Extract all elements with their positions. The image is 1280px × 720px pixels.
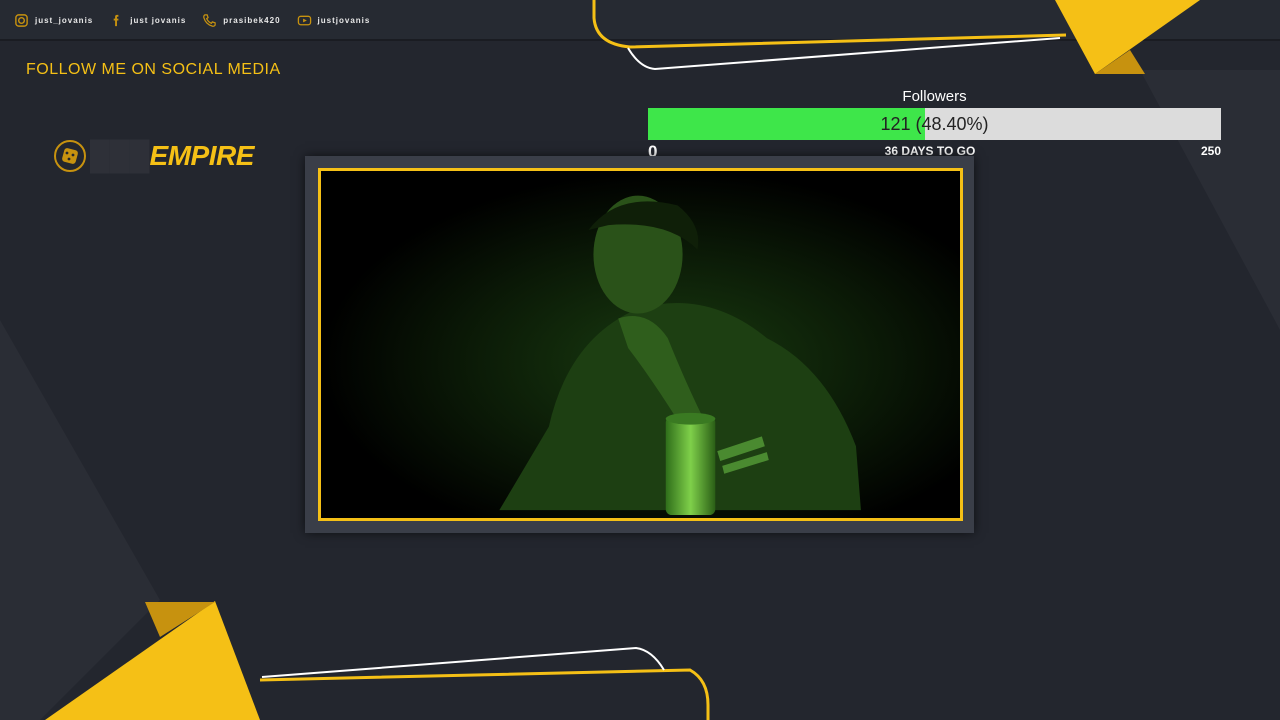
goal-progress-bar: 121 (48.40%): [648, 108, 1221, 140]
social-handle-instagram: just_jovanis: [35, 15, 94, 25]
instagram-icon: [15, 13, 28, 27]
webcam-feed: [318, 168, 963, 521]
logo-text: EMPIRE: [149, 140, 255, 171]
phone-icon: [203, 13, 216, 27]
social-handle-facebook: just jovanis: [130, 15, 187, 25]
social-phone[interactable]: prasibek420: [202, 13, 280, 28]
social-bar: just_jovanis just jovanis prasibek420 ju…: [0, 0, 1280, 40]
goal-end-value: 250: [1200, 144, 1221, 158]
follow-heading: FOLLOW ME ON SOCIAL MEDIA: [26, 61, 281, 78]
dice-icon: [54, 140, 86, 172]
logo-shadow-mark: ███: [90, 140, 150, 171]
social-instagram[interactable]: just_jovanis: [14, 13, 93, 28]
goal-title: Followers: [902, 88, 967, 105]
logo: ███ EMPIRE: [54, 140, 254, 172]
social-handle-phone: prasibek420: [223, 15, 281, 25]
social-facebook[interactable]: just jovanis: [109, 13, 186, 28]
social-handle-youtube: justjovanis: [317, 15, 371, 25]
social-youtube[interactable]: justjovanis: [297, 13, 371, 28]
goal-progress-label: 121 (48.40%): [880, 113, 989, 134]
facebook-icon: [113, 14, 119, 26]
youtube-icon: [297, 15, 311, 25]
